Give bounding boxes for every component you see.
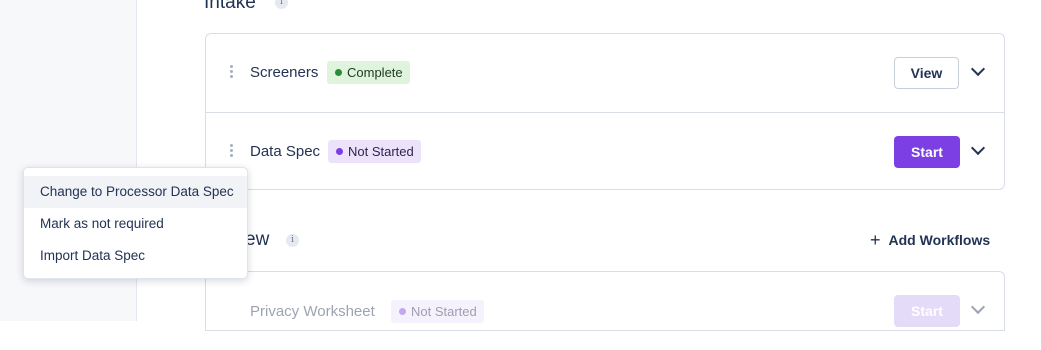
row-label: Data Spec — [250, 143, 321, 160]
review-card: Privacy Worksheet Not Started Start — [205, 271, 1005, 331]
info-icon[interactable]: i — [275, 0, 288, 9]
status-badge: Complete — [327, 61, 410, 84]
status-badge: Not Started — [328, 140, 421, 163]
menu-item-mark-as-not-required[interactable]: Mark as not required — [24, 208, 247, 240]
plus-icon: + — [870, 230, 881, 250]
drag-handle-icon[interactable] — [230, 65, 236, 80]
start-button[interactable]: Start — [894, 136, 960, 168]
chevron-down-icon[interactable] — [970, 140, 986, 156]
workflow-row-privacy-worksheet: Privacy Worksheet Not Started Start — [206, 272, 1004, 350]
view-button[interactable]: View — [894, 57, 959, 89]
section-title-intake: Intake — [204, 0, 256, 13]
row-label: Screeners — [250, 64, 319, 81]
add-workflows-label: Add Workflows — [888, 232, 991, 248]
start-button[interactable]: Start — [894, 295, 960, 327]
intake-card: Screeners Complete View Data Spec Not St… — [205, 33, 1005, 190]
section-title-review: ew — [245, 229, 270, 250]
menu-item-change-to-processor-data-spec[interactable]: Change to Processor Data Spec — [24, 176, 247, 208]
chevron-down-icon[interactable] — [970, 299, 986, 315]
info-icon[interactable]: i — [286, 234, 299, 247]
drag-handle-icon[interactable] — [230, 144, 236, 159]
menu-item-import-data-spec[interactable]: Import Data Spec — [24, 240, 247, 272]
row-label: Privacy Worksheet — [250, 303, 375, 320]
context-menu: Change to Processor Data Spec Mark as no… — [23, 167, 248, 279]
status-badge: Not Started — [391, 300, 484, 323]
workflow-row-screeners: Screeners Complete View — [206, 34, 1004, 112]
add-workflows-button[interactable]: + Add Workflows — [870, 229, 990, 250]
chevron-down-icon[interactable] — [970, 61, 986, 77]
workflow-row-data-spec: Data Spec Not Started Start — [206, 112, 1004, 190]
